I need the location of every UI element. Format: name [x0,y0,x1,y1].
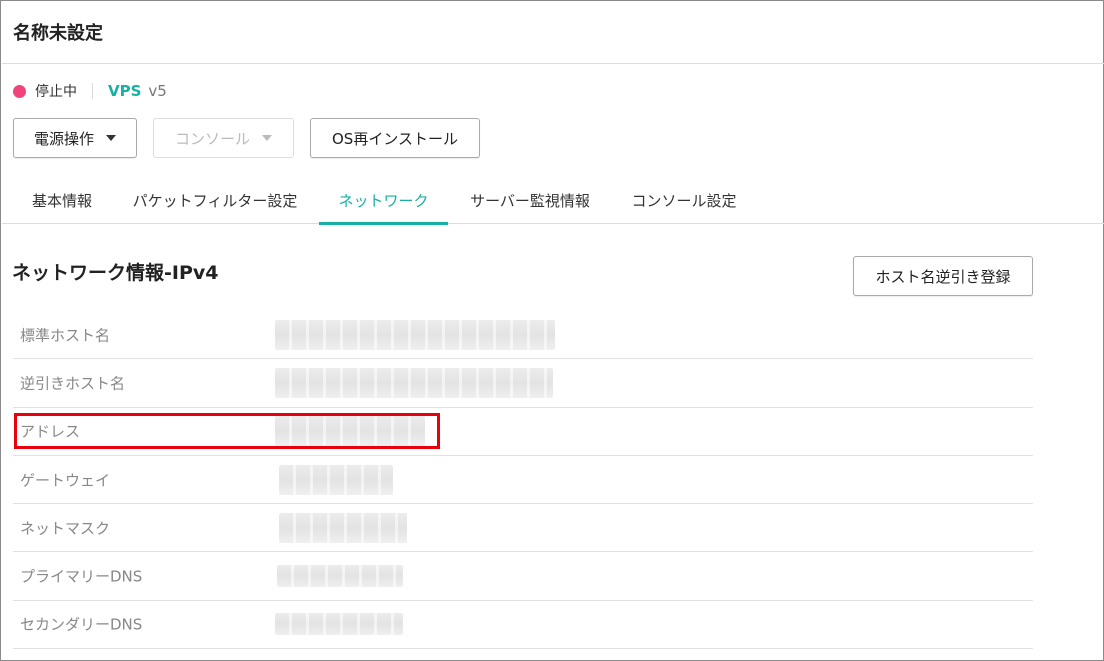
reverse-dns-register-button[interactable]: ホスト名逆引き登録 [853,256,1033,296]
tab-network[interactable]: ネットワーク [319,176,448,225]
tab-basic-info[interactable]: 基本情報 [16,176,108,224]
table-row: アドレス [13,408,1033,456]
row-value-netmask [279,512,407,543]
status-label: 停止中 [35,84,77,100]
row-value-reverse-hostname [275,367,553,398]
caret-down-icon [262,135,272,141]
row-value-secondary-dns [275,613,403,636]
network-info-table: 標準ホスト名 逆引きホスト名 アドレス ゲートウェイ ネットマスク プライマリー… [13,311,1033,650]
row-label-gateway: ゲートウェイ [20,471,111,490]
row-label-reverse-hostname: 逆引きホスト名 [20,374,126,393]
server-name-title: 名称未設定 [13,23,103,44]
row-label-hostname: 標準ホスト名 [20,326,111,345]
tab-packet-filter[interactable]: パケットフィルター設定 [112,176,318,224]
server-detail-panel: 名称未設定 停止中 VPS v5 電源操作 コンソール OS再インストール 基本… [0,0,1104,661]
plan-version: v5 [148,82,167,100]
os-reinstall-label: OS再インストール [331,129,459,148]
panel-header: 名称未設定 [2,2,1104,64]
reverse-dns-register-label: ホスト名逆引き登録 [875,267,1011,286]
console-label: コンソール [174,129,250,148]
row-label-netmask: ネットマスク [20,519,111,538]
table-row: ネットマスク [13,504,1033,553]
plan-name: VPS [108,82,142,100]
power-operation-label: 電源操作 [33,129,94,148]
power-operation-button[interactable]: 電源操作 [13,118,137,158]
status-indicator-icon [13,84,26,98]
row-value-primary-dns [277,565,403,588]
status-divider [92,83,93,99]
table-row: 逆引きホスト名 [13,359,1033,408]
tab-console-settings[interactable]: コンソール設定 [612,176,756,224]
table-row: 標準ホスト名 [13,311,1033,360]
row-value-address [275,416,425,447]
row-value-hostname [275,319,555,350]
network-section-title: ネットワーク情報-IPv4 [12,262,219,284]
table-row: プライマリーDNS [13,552,1033,601]
server-status-row: 停止中 VPS v5 [13,81,167,101]
row-value-gateway [279,464,393,495]
console-button[interactable]: コンソール [153,118,294,158]
tab-bar: 基本情報 パケットフィルター設定 ネットワーク サーバー監視情報 コンソール設定 [2,176,1104,225]
caret-down-icon [106,135,116,141]
row-label-primary-dns: プライマリーDNS [20,567,143,586]
row-label-secondary-dns: セカンダリーDNS [20,615,143,634]
tab-server-monitoring[interactable]: サーバー監視情報 [450,176,610,224]
table-row: ゲートウェイ [13,456,1033,505]
os-reinstall-button[interactable]: OS再インストール [310,118,480,158]
table-row: セカンダリーDNS [13,601,1033,650]
row-label-address: アドレス [20,422,81,441]
